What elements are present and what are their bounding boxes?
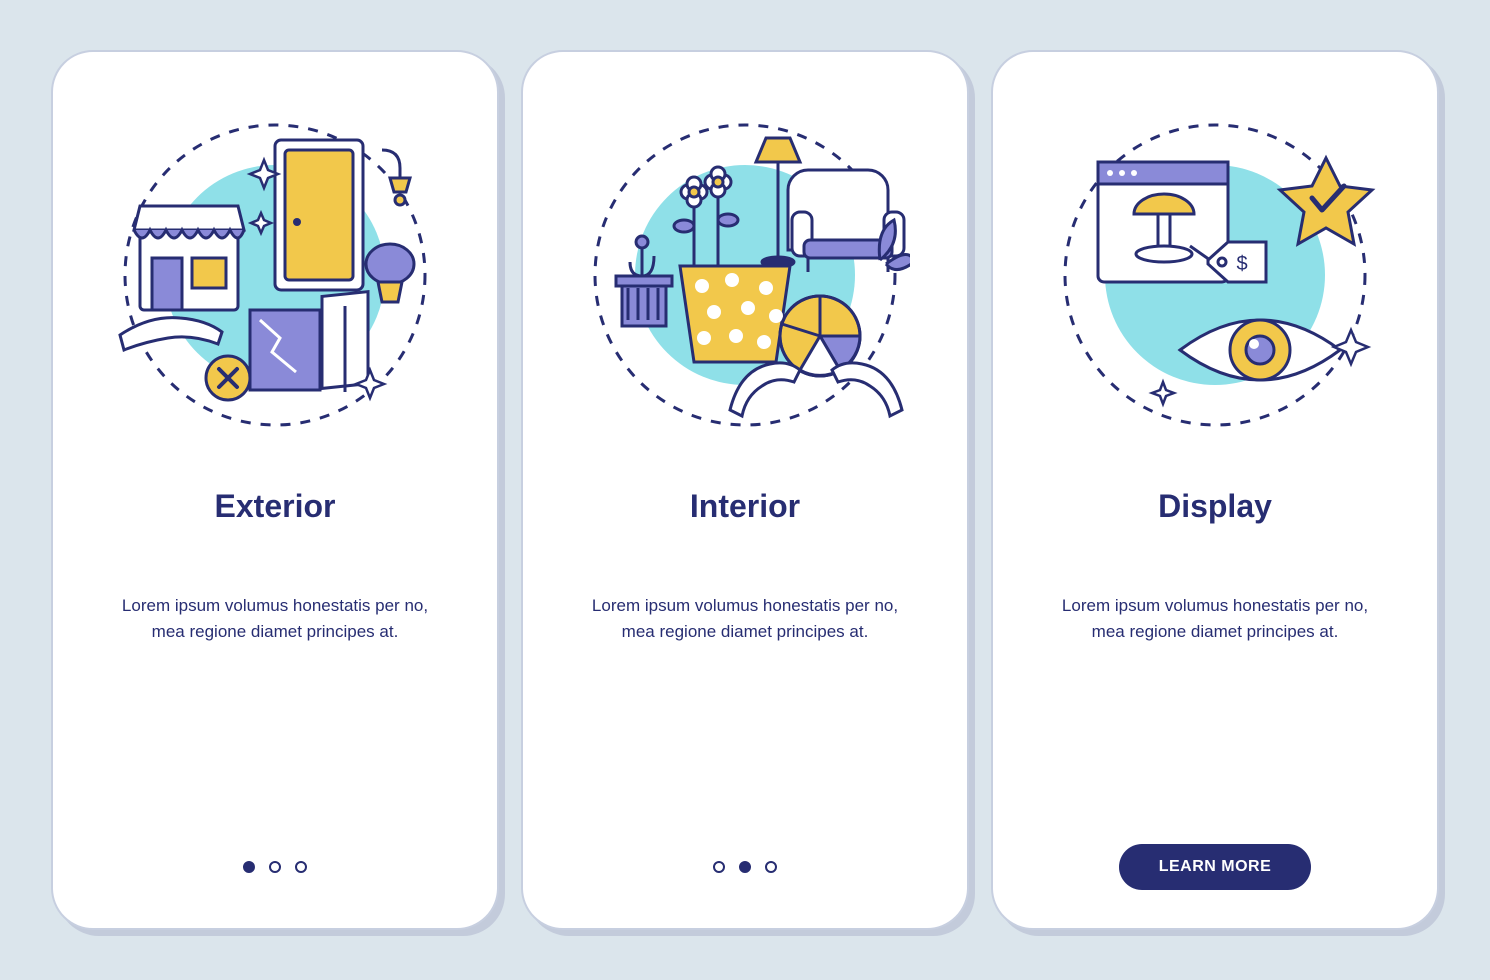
interior-scene-icon xyxy=(580,110,910,440)
screen-title: Interior xyxy=(690,488,800,525)
onboarding-screen-exterior: Exterior Lorem ipsum volumus honestatis … xyxy=(51,50,499,930)
page-dot-2[interactable] xyxy=(739,861,751,873)
page-dot-3[interactable] xyxy=(765,861,777,873)
page-dot-1[interactable] xyxy=(243,861,255,873)
page-dot-2[interactable] xyxy=(269,861,281,873)
cta-footer: LEARN MORE xyxy=(1033,842,1397,892)
page-dot-1[interactable] xyxy=(713,861,725,873)
screen-title: Display xyxy=(1158,488,1272,525)
svg-text:$: $ xyxy=(1236,253,1247,275)
onboarding-screen-display: $ Display Lorem ipsum volumus honestatis… xyxy=(991,50,1439,930)
exterior-scene-icon xyxy=(110,110,440,440)
display-scene-icon: $ xyxy=(1050,110,1380,440)
screen-description: Lorem ipsum volumus honestatis per no, m… xyxy=(105,593,445,646)
pagination-dots xyxy=(93,842,457,892)
screen-title: Exterior xyxy=(215,488,336,525)
screen-description: Lorem ipsum volumus honestatis per no, m… xyxy=(1045,593,1385,646)
screen-description: Lorem ipsum volumus honestatis per no, m… xyxy=(575,593,915,646)
pagination-dots xyxy=(563,842,927,892)
learn-more-button[interactable]: LEARN MORE xyxy=(1119,844,1312,890)
onboarding-screen-interior: Interior Lorem ipsum volumus honestatis … xyxy=(521,50,969,930)
page-dot-3[interactable] xyxy=(295,861,307,873)
